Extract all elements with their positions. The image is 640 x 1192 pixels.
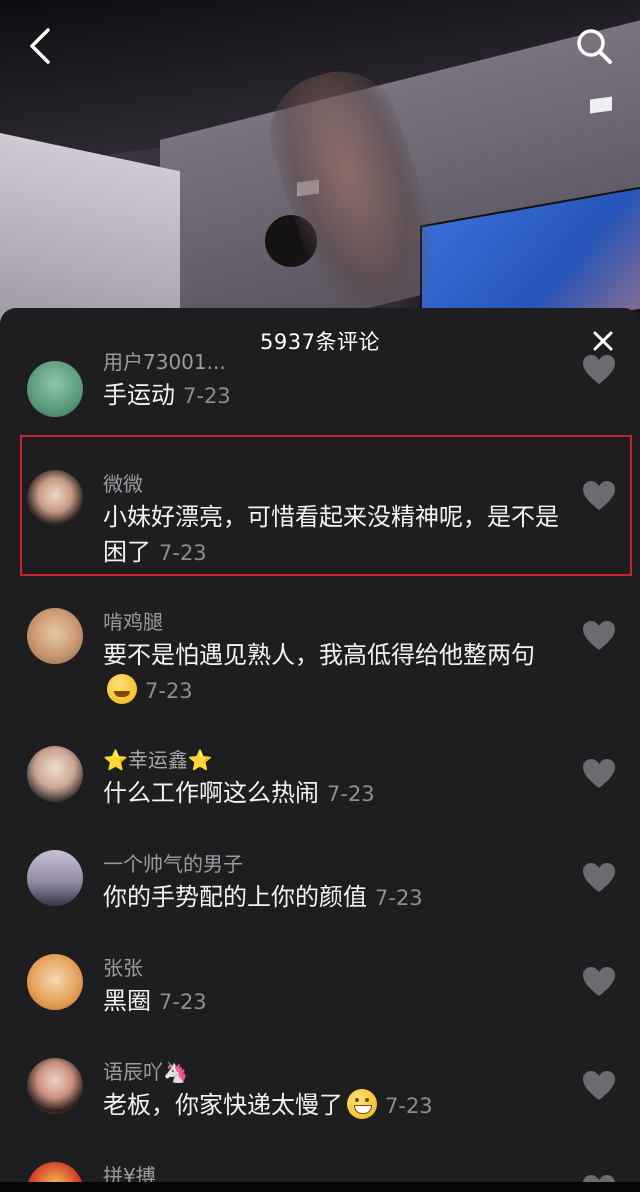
back-button[interactable] [18,24,62,68]
avatar[interactable] [27,1162,83,1182]
comment-time: 7-23 [385,1094,433,1118]
heart-icon[interactable] [582,480,616,512]
comment-time: 7-23 [327,782,375,806]
comment-body: 要不是怕遇见熟人，我高低得给他整两句 [103,641,535,669]
comment-item[interactable]: 语辰吖🦄 老板，你家快递太慢了 7-23 [0,1050,640,1154]
comment-item[interactable]: 一个帅气的男子 你的手势配的上你的颜值 7-23 [0,842,640,946]
comment-text: 小妹好漂亮，可惜看起来没精神呢，是不是困了 7-23 [103,500,563,571]
comment-body: 手运动 [103,381,175,409]
comment-body: 黑圈 [103,987,151,1015]
comment-body: 什么工作啊这么热闹 [103,779,319,807]
comment-text: 黑圈 7-23 [103,984,563,1020]
avatar[interactable] [27,361,83,417]
avatar[interactable] [27,954,83,1010]
comment-text: 你的手势配的上你的颜值 7-23 [103,880,563,916]
comment-body: 你的手势配的上你的颜值 [103,883,367,911]
avatar[interactable] [27,746,83,802]
heart-icon[interactable] [582,966,616,998]
heart-icon[interactable] [582,862,616,894]
comment-item[interactable]: ⭐幸运鑫⭐ 什么工作啊这么热闹 7-23 [0,738,640,842]
heart-icon[interactable] [582,1070,616,1102]
grin-emoji-icon [347,1089,377,1119]
comment-text: 老板，你家快递太慢了 7-23 [103,1088,563,1124]
comment-time: 7-23 [159,541,207,565]
comment-count-title: 5937条评论 [260,330,380,354]
comment-time: 7-23 [159,990,207,1014]
heart-icon[interactable] [582,354,616,386]
comment-username[interactable]: ⭐幸运鑫⭐ [103,744,213,773]
comment-username[interactable]: 一个帅气的男子 [103,848,243,877]
avatar[interactable] [27,470,83,526]
comment-text: 要不是怕遇见熟人，我高低得给他整两句 7-23 [103,638,563,709]
avatar[interactable] [27,1058,83,1114]
comment-body: 老板，你家快递太慢了 [103,1091,343,1119]
video-left-wall [0,128,180,330]
chevron-left-icon [30,28,50,64]
comment-item[interactable]: 张张 黑圈 7-23 [0,946,640,1050]
comment-time: 7-23 [145,679,193,703]
heart-icon[interactable] [582,620,616,652]
search-icon [577,29,612,64]
comment-text: 手运动 7-23 [103,378,563,414]
comment-item[interactable]: 微微 小妹好漂亮，可惜看起来没精神呢，是不是困了 7-23 [0,458,640,598]
comment-username[interactable]: 拼¥搏 [103,1160,156,1182]
smirk-emoji-icon [107,674,137,704]
avatar[interactable] [27,608,83,664]
video-player[interactable] [0,0,640,330]
comment-username[interactable]: 用户73001... [103,346,226,375]
avatar[interactable] [27,850,83,906]
close-button[interactable] [588,326,618,356]
comment-username[interactable]: 张张 [103,952,143,981]
comment-item[interactable]: 拼¥搏 [0,1154,640,1182]
search-button[interactable] [572,24,616,68]
comment-item[interactable]: 用户73001... 手运动 7-23 [0,350,640,436]
comment-text: 什么工作啊这么热闹 7-23 [103,776,563,812]
heart-icon[interactable] [582,1174,616,1182]
comment-username[interactable]: 语辰吖🦄 [103,1056,188,1085]
heart-icon[interactable] [582,758,616,790]
comment-panel: 5937条评论 用户73001... 手运动 7-23 微微 小妹好漂亮，可惜看起… [0,308,640,1182]
comment-username[interactable]: 啃鸡腿 [103,606,163,635]
close-icon [593,331,613,351]
comment-time: 7-23 [375,886,423,910]
bottom-bar [0,1182,640,1192]
comment-list[interactable]: 用户73001... 手运动 7-23 微微 小妹好漂亮，可惜看起来没精神呢，是不… [0,350,640,1182]
comment-time: 7-23 [183,384,231,408]
comment-username[interactable]: 微微 [103,468,143,497]
comment-item[interactable]: 啃鸡腿 要不是怕遇见熟人，我高低得给他整两句 7-23 [0,598,640,738]
